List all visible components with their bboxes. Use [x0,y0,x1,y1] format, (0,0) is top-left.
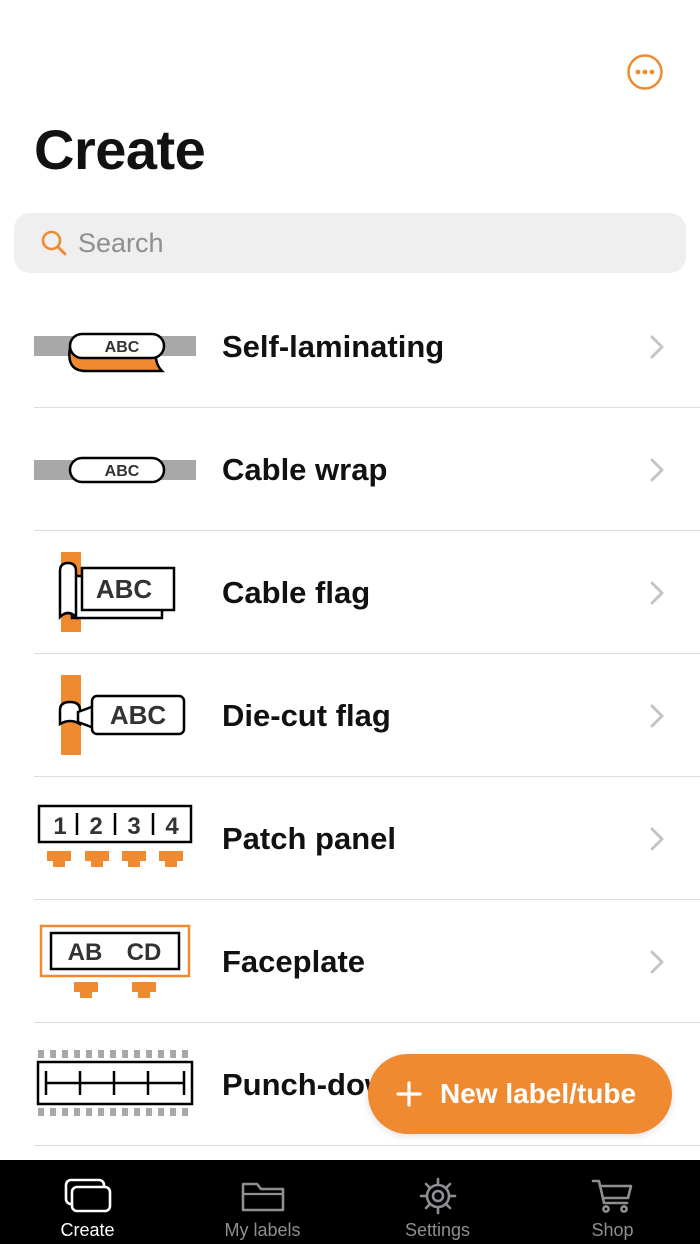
svg-text:ABC: ABC [110,700,167,730]
new-label-button[interactable]: New label/tube [368,1054,672,1134]
search-bar[interactable] [14,213,686,273]
list-item-label: Die-cut flag [222,698,391,733]
self-laminating-illustration: ABC [34,332,196,373]
tab-label: My labels [224,1220,301,1240]
separator [34,1145,700,1146]
category-list: ABC Self-laminating ABC Cable wrap ABC C… [0,285,700,1146]
patch-panel-illustration: 1 2 3 4 [37,804,193,867]
search-input[interactable] [78,227,638,259]
folder-icon [241,1182,284,1212]
ellipsis-circle-icon [627,54,663,90]
chevron-right-icon [650,335,664,359]
punch-down-teeth-top [38,1050,188,1058]
svg-text:AB: AB [68,939,103,966]
punch-down-illustration [36,1050,194,1116]
cart-icon [591,1179,632,1213]
list-item-cable-flag[interactable]: ABC Cable flag [0,531,700,654]
chevron-right-icon [650,950,664,974]
create-stack-icon [64,1178,111,1213]
tab-my-labels[interactable]: My labels [175,1160,350,1244]
list-item-cable-wrap[interactable]: ABC Cable wrap [0,408,700,531]
plus-icon [396,1081,422,1107]
faceplate-illustration: AB CD [39,924,191,998]
tab-label: Settings [404,1220,471,1240]
page-title: Create [34,118,206,181]
tab-bar: Create My labels Settings Shop [0,1160,700,1244]
search-icon [41,230,67,256]
gear-icon [419,1177,456,1215]
chevron-right-icon [650,827,664,851]
svg-text:4: 4 [165,813,179,840]
punch-down-teeth-bottom [38,1108,188,1116]
tab-create[interactable]: Create [0,1160,175,1244]
die-cut-flag-illustration: ABC [58,675,186,755]
tab-label: Create [60,1220,115,1240]
cable-flag-illustration: ABC [58,552,176,632]
svg-text:3: 3 [127,813,140,840]
list-item-self-laminating[interactable]: ABC Self-laminating [0,285,700,408]
list-item-patch-panel[interactable]: 1 2 3 4 Patch panel [0,777,700,900]
cable-wrap-illustration: ABC [34,456,196,484]
tab-settings[interactable]: Settings [350,1160,525,1244]
new-label-button-label: New label/tube [440,1078,637,1109]
list-item-die-cut-flag[interactable]: ABC Die-cut flag [0,654,700,777]
svg-text:ABC: ABC [105,463,140,480]
tab-shop[interactable]: Shop [525,1160,700,1244]
chevron-right-icon [650,581,664,605]
chevron-right-icon [650,704,664,728]
more-button[interactable] [627,54,663,90]
tab-label: Shop [591,1220,634,1240]
chevron-right-icon [650,458,664,482]
svg-text:CD: CD [127,939,162,966]
list-item-faceplate[interactable]: AB CD Faceplate [0,900,700,1023]
list-item-label: Cable flag [222,575,371,610]
list-item-label: Patch panel [222,821,396,856]
list-item-label: Faceplate [222,944,366,979]
list-item-label: Self-laminating [222,329,445,364]
svg-text:2: 2 [89,813,102,840]
svg-text:ABC: ABC [105,339,140,356]
svg-text:ABC: ABC [96,574,153,604]
svg-text:1: 1 [53,813,66,840]
list-item-label: Cable wrap [222,452,388,487]
